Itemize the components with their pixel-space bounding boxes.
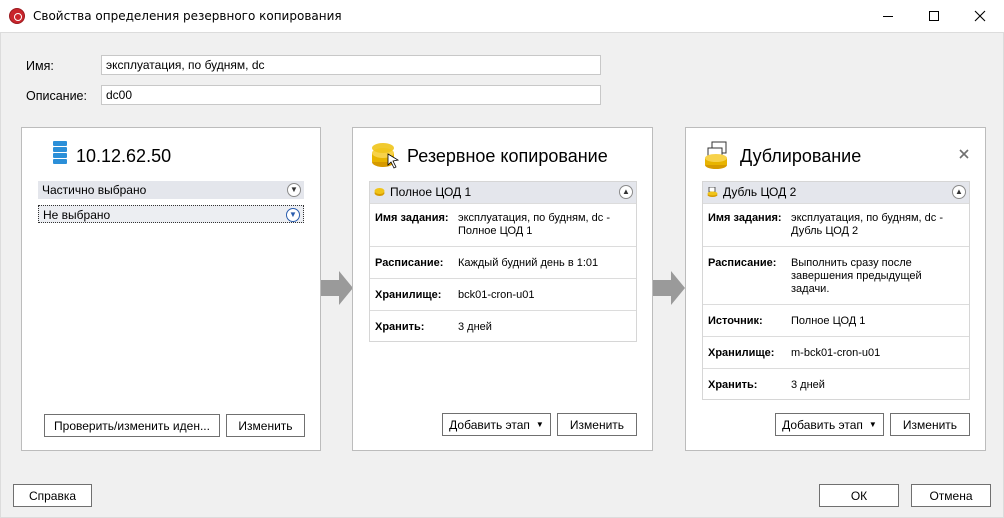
row-key: Источник: <box>708 315 763 327</box>
row-value: эксплуатация, по будням, dc - Полное ЦОД… <box>458 212 611 237</box>
row-key: Расписание: <box>708 257 777 269</box>
duplicate-title: Дублирование <box>740 146 862 166</box>
source-panel: 10.12.62.50 Частично выбрано ▼ Не выбран… <box>21 127 321 451</box>
ok-button[interactable]: ОК <box>819 484 899 507</box>
row-value: m-bck01-cron-u01 <box>791 347 881 359</box>
backup-icon <box>372 143 400 169</box>
stage-title: Полное ЦОД 1 <box>390 185 472 199</box>
verify-credentials-button[interactable]: Проверить/изменить иден... <box>44 414 220 437</box>
duplicate-panel: Дублирование Дубль ЦОД 2 ▲ Имя задания: … <box>685 127 986 451</box>
backup-panel: Резервное копирование Полное ЦОД 1 ▲ Имя… <box>352 127 653 451</box>
stage-row-retention: Хранить: 3 дней <box>370 310 636 341</box>
chevron-down-icon[interactable]: ▼ <box>286 208 300 222</box>
stage-title: Дубль ЦОД 2 <box>723 185 797 199</box>
row-value: Каждый будний день в 1:01 <box>458 257 599 269</box>
row-key: Хранить: <box>375 321 425 333</box>
chevron-up-icon[interactable]: ▲ <box>619 185 633 199</box>
backup-stage-icon <box>374 188 385 196</box>
row-key: Хранилище: <box>708 347 775 359</box>
stage-row-storage: Хранилище: bck01-cron-u01 <box>370 278 636 310</box>
app-logo-icon <box>9 8 25 24</box>
title-bar: Свойства определения резервного копирова… <box>0 0 1004 32</box>
row-value: 3 дней <box>791 379 825 391</box>
row-key: Имя задания: <box>375 212 449 224</box>
add-stage-label: Добавить этап <box>782 417 863 432</box>
backup-title: Резервное копирование <box>407 146 608 166</box>
duplicate-edit-button[interactable]: Изменить <box>890 413 970 436</box>
row-value: Выполнить сразу после завершения предыду… <box>791 257 922 295</box>
name-label: Имя: <box>26 59 54 73</box>
backup-stage-card[interactable]: Полное ЦОД 1 ▲ Имя задания: эксплуатация… <box>369 181 637 342</box>
add-stage-label: Добавить этап <box>449 417 530 432</box>
stage-header: Дубль ЦОД 2 ▲ <box>703 182 969 203</box>
dropdown-arrow-icon: ▼ <box>868 420 877 429</box>
selection-row-label: Частично выбрано <box>42 183 147 197</box>
duplicate-stage-card[interactable]: Дубль ЦОД 2 ▲ Имя задания: эксплуатация,… <box>702 181 970 400</box>
row-value: Полное ЦОД 1 <box>791 315 866 327</box>
chevron-down-icon[interactable]: ▼ <box>287 183 301 197</box>
close-window-button[interactable] <box>957 0 1003 32</box>
backup-edit-button[interactable]: Изменить <box>557 413 637 436</box>
dropdown-arrow-icon: ▼ <box>535 420 544 429</box>
stage-row-schedule: Расписание: Выполнить сразу после заверш… <box>703 246 969 304</box>
maximize-icon <box>929 11 939 21</box>
row-key: Хранить: <box>708 379 758 391</box>
source-edit-button[interactable]: Изменить <box>226 414 305 437</box>
duplicate-icon <box>705 141 727 169</box>
stage-row-schedule: Расписание: Каждый будний день в 1:01 <box>370 246 636 278</box>
close-icon <box>974 10 986 22</box>
row-value: эксплуатация, по будням, dc - Дубль ЦОД … <box>791 212 944 237</box>
selection-row-label: Не выбрано <box>43 208 111 222</box>
selection-row-none[interactable]: Не выбрано ▼ <box>38 205 304 223</box>
cancel-button[interactable]: Отмена <box>911 484 991 507</box>
row-key: Расписание: <box>375 257 444 269</box>
arrow-right-icon <box>321 271 353 305</box>
duplicate-stage-icon <box>707 187 718 197</box>
maximize-button[interactable] <box>911 0 957 32</box>
add-stage-button[interactable]: Добавить этап ▼ <box>442 413 551 436</box>
minimize-icon <box>883 15 893 17</box>
description-input[interactable] <box>101 85 601 105</box>
stage-header: Полное ЦОД 1 ▲ <box>370 182 636 203</box>
chevron-up-icon[interactable]: ▲ <box>952 185 966 199</box>
window-title: Свойства определения резервного копирова… <box>33 9 342 23</box>
row-key: Имя задания: <box>708 212 782 224</box>
source-title: 10.12.62.50 <box>76 146 172 166</box>
dialog-body: Имя: Описание: 10.12.62.50 Частично выбр… <box>0 32 1004 518</box>
help-button[interactable]: Справка <box>13 484 92 507</box>
remove-duplicate-close-icon[interactable] <box>959 146 969 164</box>
stage-row-job-name: Имя задания: эксплуатация, по будням, dc… <box>703 203 969 246</box>
row-key: Хранилище: <box>375 289 442 301</box>
stage-row-retention: Хранить: 3 дней <box>703 368 969 399</box>
arrow-right-icon <box>653 271 685 305</box>
stage-row-storage: Хранилище: m-bck01-cron-u01 <box>703 336 969 368</box>
minimize-button[interactable] <box>865 0 911 32</box>
selection-row-partial[interactable]: Частично выбрано ▼ <box>38 181 304 199</box>
add-stage-button[interactable]: Добавить этап ▼ <box>775 413 884 436</box>
stage-row-source: Источник: Полное ЦОД 1 <box>703 304 969 336</box>
row-value: bck01-cron-u01 <box>458 289 535 301</box>
description-label: Описание: <box>26 89 87 103</box>
stage-row-job-name: Имя задания: эксплуатация, по будням, dc… <box>370 203 636 246</box>
name-input[interactable] <box>101 55 601 75</box>
row-value: 3 дней <box>458 321 492 333</box>
server-icon <box>53 141 67 169</box>
